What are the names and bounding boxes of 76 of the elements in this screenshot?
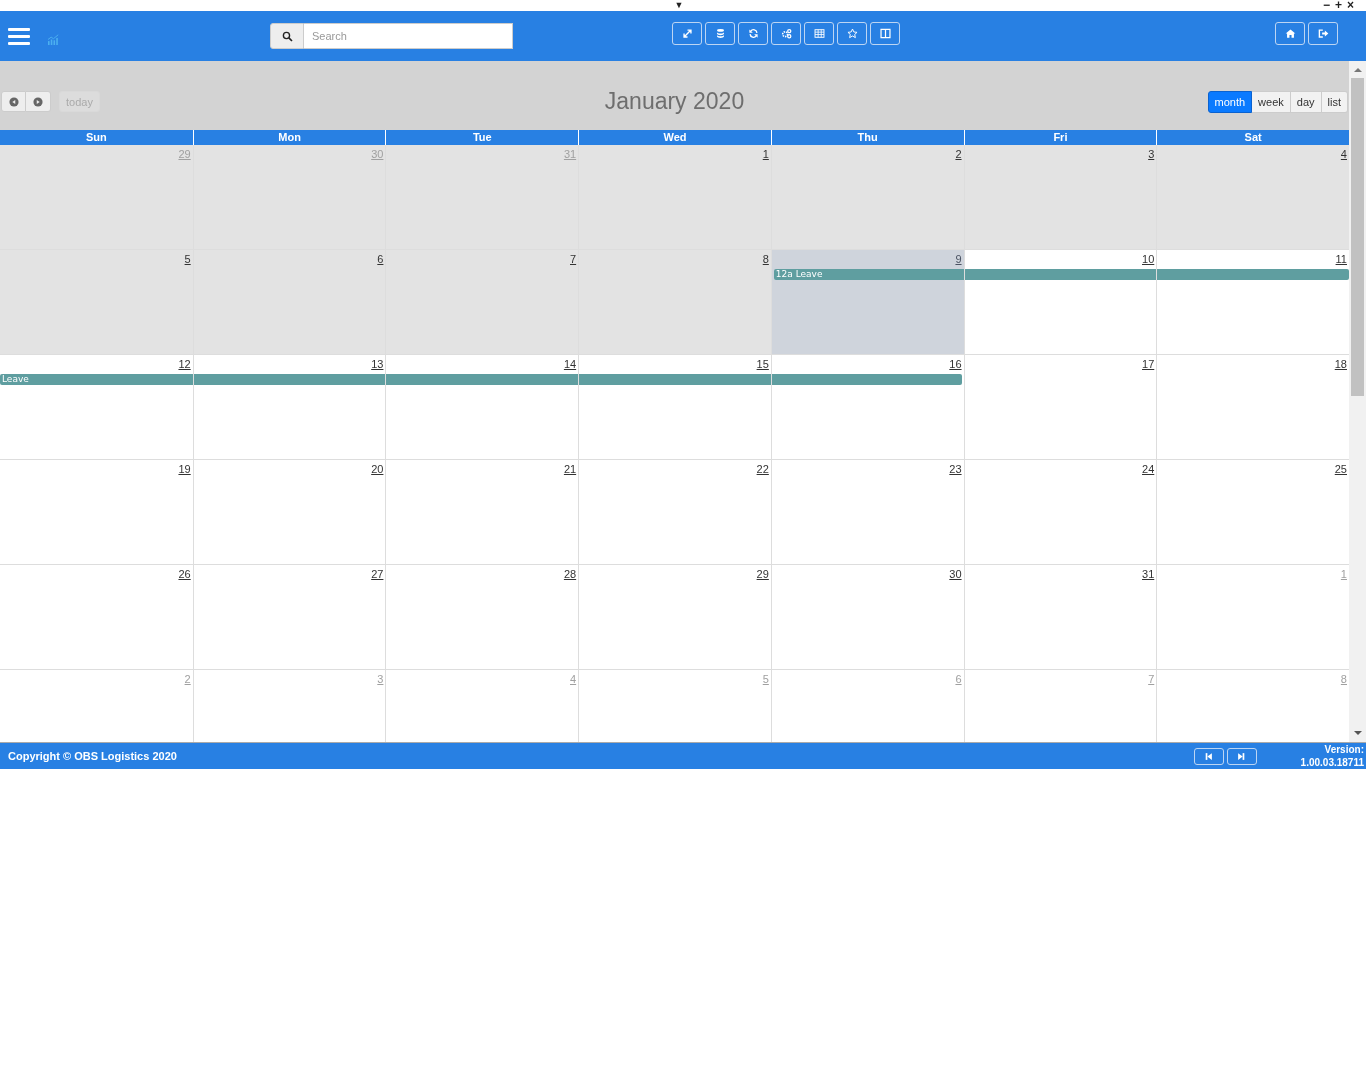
day-number[interactable]: 2 bbox=[955, 148, 962, 162]
day-number[interactable]: 24 bbox=[1142, 463, 1155, 477]
next-button[interactable] bbox=[26, 91, 51, 112]
day-number[interactable]: 31 bbox=[1142, 568, 1155, 582]
table-icon bbox=[813, 27, 825, 39]
sign-out-icon bbox=[1317, 27, 1329, 39]
close-button[interactable]: × bbox=[1347, 0, 1354, 11]
calendar-title: January 2020 bbox=[604, 88, 745, 115]
day-number[interactable]: 1 bbox=[762, 148, 769, 162]
toolbar-button[interactable] bbox=[672, 21, 702, 45]
bar-chart-icon[interactable] bbox=[47, 33, 60, 45]
day-number[interactable]: 12 bbox=[178, 358, 191, 372]
search-field[interactable]: Search bbox=[304, 23, 513, 49]
toolbar-button[interactable] bbox=[771, 21, 801, 45]
gears-icon bbox=[780, 27, 792, 39]
footer-button[interactable] bbox=[1193, 747, 1224, 765]
header-button[interactable] bbox=[1275, 21, 1305, 45]
day-number[interactable]: 17 bbox=[1142, 358, 1155, 372]
scrollbar[interactable] bbox=[1349, 61, 1366, 742]
day-number[interactable]: 8 bbox=[762, 253, 769, 267]
expand-arrows-icon bbox=[681, 27, 693, 39]
day-number[interactable]: 21 bbox=[563, 463, 577, 477]
day-number[interactable]: 26 bbox=[178, 568, 191, 582]
day-number[interactable]: 25 bbox=[1334, 463, 1347, 477]
day-number[interactable]: 20 bbox=[371, 463, 384, 477]
day-number[interactable]: 29 bbox=[756, 568, 769, 582]
toolbar-button[interactable] bbox=[804, 21, 834, 45]
day-number[interactable]: 4 bbox=[1340, 148, 1347, 162]
day-number[interactable]: 6 bbox=[377, 253, 384, 267]
view-tab[interactable]: list bbox=[1321, 90, 1348, 113]
day-number[interactable]: 27 bbox=[371, 568, 384, 582]
view-tab[interactable]: week bbox=[1252, 90, 1291, 113]
day-number[interactable]: 13 bbox=[371, 358, 384, 372]
toolbar-button[interactable] bbox=[738, 21, 768, 45]
view-tab[interactable]: month bbox=[1207, 90, 1253, 113]
copyright-text: Copyright © OBS Logistics 2020 bbox=[8, 750, 177, 762]
day-number[interactable]: 9 bbox=[955, 253, 962, 267]
version-number: 1.00.03.18711 bbox=[1300, 756, 1364, 769]
day-number[interactable]: 15 bbox=[756, 358, 769, 372]
toolbar-button[interactable] bbox=[870, 21, 900, 45]
step-backward-icon bbox=[1204, 751, 1214, 761]
star-icon bbox=[846, 27, 858, 39]
previous-button[interactable] bbox=[1, 91, 26, 112]
day-number[interactable]: 30 bbox=[949, 568, 962, 582]
left-circle-icon bbox=[8, 96, 19, 107]
step-forward-icon bbox=[1237, 751, 1247, 761]
day-number[interactable]: 19 bbox=[178, 463, 191, 477]
footer-button[interactable] bbox=[1226, 747, 1257, 765]
header-button[interactable] bbox=[1308, 21, 1338, 45]
day-number[interactable]: 7 bbox=[570, 253, 577, 267]
toolbar-button[interactable] bbox=[705, 21, 735, 45]
day-number[interactable]: 16 bbox=[949, 358, 962, 372]
dropdown-arrow[interactable]: ▼ bbox=[674, 0, 684, 11]
database-icon bbox=[714, 27, 726, 39]
day-number[interactable]: 11 bbox=[1335, 253, 1347, 267]
minimize-button[interactable]: − bbox=[1322, 0, 1330, 11]
day-number[interactable]: 10 bbox=[1142, 253, 1155, 267]
version-label: Version: bbox=[1324, 743, 1364, 756]
maximize-button[interactable]: + bbox=[1334, 0, 1342, 11]
day-number[interactable]: 23 bbox=[949, 463, 962, 477]
search-icon bbox=[281, 30, 293, 42]
day-number[interactable]: 28 bbox=[563, 568, 577, 582]
home-icon bbox=[1284, 27, 1296, 39]
toolbar-button[interactable] bbox=[837, 21, 867, 45]
weekday-header: Sun bbox=[84, 130, 108, 145]
day-number[interactable]: 18 bbox=[1334, 358, 1347, 372]
day-number[interactable]: 5 bbox=[184, 253, 191, 267]
menu-icon[interactable] bbox=[8, 27, 30, 45]
view-tab[interactable]: day bbox=[1290, 90, 1322, 113]
day-number[interactable]: 22 bbox=[756, 463, 769, 477]
refresh-icon bbox=[747, 27, 759, 39]
columns-icon bbox=[879, 27, 891, 39]
search-button[interactable] bbox=[270, 23, 304, 49]
right-circle-icon bbox=[33, 96, 43, 107]
day-number[interactable]: 3 bbox=[1148, 148, 1155, 162]
day-number[interactable]: 14 bbox=[563, 358, 577, 372]
